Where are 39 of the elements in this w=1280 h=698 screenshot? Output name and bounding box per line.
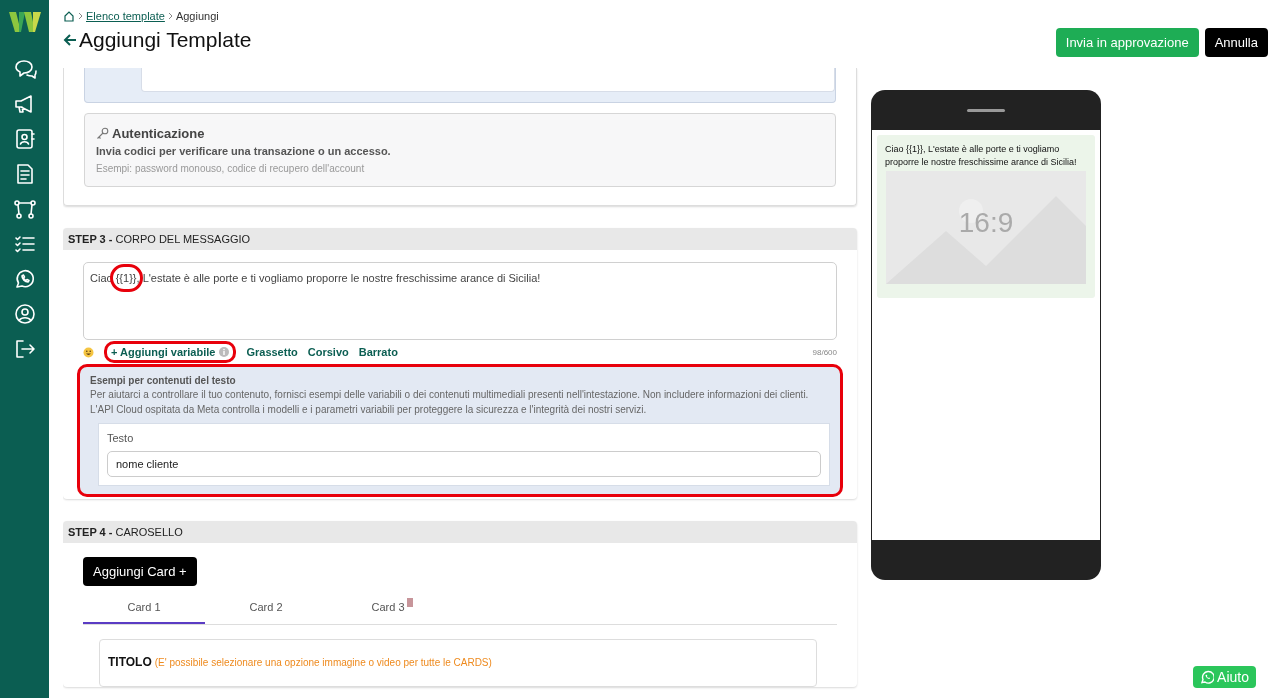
- speaker-icon: [967, 108, 1005, 112]
- home-icon[interactable]: [63, 10, 75, 22]
- format-button[interactable]: Corsivo: [307, 346, 349, 358]
- text-input[interactable]: nome cliente: [107, 451, 821, 477]
- add-card-button[interactable]: Aggiungi Card +: [83, 557, 197, 586]
- aspect-ratio-label: 16:9: [957, 207, 1015, 239]
- format-button[interactable]: Barrato: [358, 346, 398, 358]
- section-header: STEP 3 - CORPO DEL MESSAGGIO: [63, 228, 857, 250]
- section-header: STEP 4 - CAROSELLO: [63, 521, 857, 543]
- category-title: Autenticazione: [112, 126, 205, 141]
- category-examples: Esempi: password monouso, codice di recupero dell'account: [96, 163, 366, 174]
- section-title: TITOLO: [108, 655, 152, 669]
- chevron-icon: [167, 12, 173, 20]
- highlight-ring: [109, 264, 143, 292]
- page-title: Aggiungi Template: [79, 28, 252, 52]
- character-counter: 98/600: [812, 347, 837, 357]
- tab[interactable]: Card 2: [205, 592, 327, 624]
- whatsapp-icon: [1200, 670, 1215, 684]
- emoji-icon[interactable]: [83, 346, 94, 358]
- tab[interactable]: Card 1: [83, 592, 205, 624]
- back-arrow-icon[interactable]: [63, 33, 77, 47]
- breadcrumb-link[interactable]: Elenco template: [86, 10, 165, 22]
- breadcrumb-current: Aggiungi: [175, 10, 219, 22]
- format-button[interactable]: Grassetto: [246, 346, 298, 358]
- marker-icon: [406, 598, 413, 607]
- field-label: Testo: [107, 432, 135, 444]
- chevron-icon: [78, 12, 83, 20]
- flow-icon[interactable]: [12, 197, 37, 221]
- chat-icon[interactable]: [12, 57, 37, 81]
- panel-title: Esempi per contenuti del testo: [90, 375, 237, 386]
- cancel-button[interactable]: Annulla: [1204, 28, 1268, 57]
- category-description: Invia codici per verificare una transazione o un accesso.: [96, 145, 392, 157]
- user-circle-icon[interactable]: [12, 302, 37, 326]
- key-icon: [96, 127, 109, 140]
- panel-description: Per aiutarci a controllare il tuo contenuto, fornisci esempi delle variabili o dei contenuti multimediali presenti nell'intestazione. Non includere informazioni dei clienti. L'API Cloud ospitata da Meta controlla i modelli e i parametri variabili per proteggere la sicurezza e l'integrità dei nostri servizi.: [90, 388, 810, 417]
- hint-text: (E' possibile selezionare una opzione immagine o video per tutte le CARDS): [154, 657, 492, 668]
- category-option[interactable]: Autenticazione Invia codici per verificare una transazione o un accesso. Esempi: password monouso, codice di recupero dell'account: [84, 113, 836, 187]
- message-preview: Ciao {{1}}, L'estate è alle porte e ti vogliamo proporre le nostre freschissime arance di Sicilia!: [885, 143, 1078, 169]
- tab[interactable]: Card 3: [327, 592, 449, 624]
